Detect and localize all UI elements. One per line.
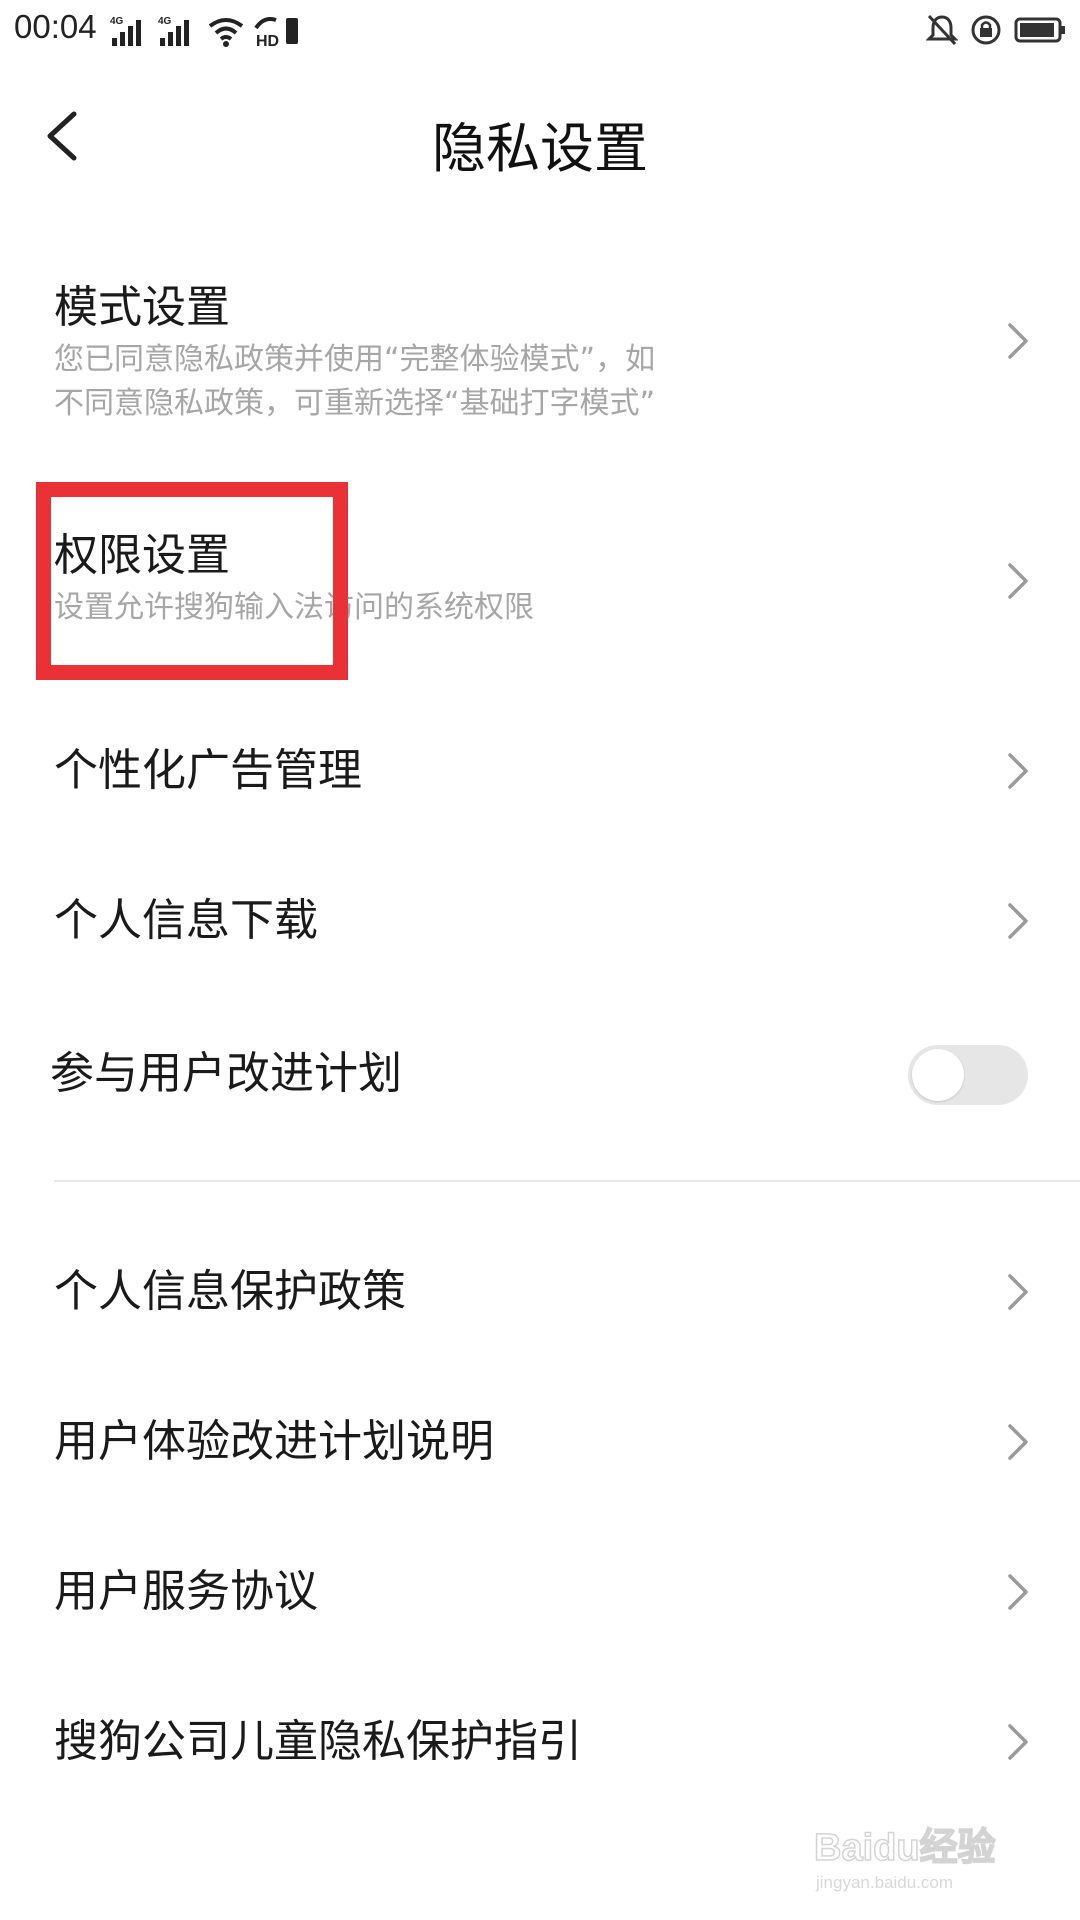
chevron-right-icon: [1008, 1424, 1028, 1460]
item-subtitle-line1: 您已同意隐私政策并使用“完整体验模式”，如: [54, 342, 656, 377]
toggle-knob: [912, 1049, 964, 1101]
chevron-right-icon: [1008, 1274, 1028, 1310]
item-title: 搜狗公司儿童隐私保护指引: [54, 1716, 582, 1767]
status-bar: 00:04 4G 4G HD: [0, 0, 1080, 56]
list-item-children-privacy-guide[interactable]: 搜狗公司儿童隐私保护指引: [0, 1667, 1080, 1817]
watermark-brand: Baidu经验: [814, 1827, 996, 1869]
item-subtitle: 设置允许搜狗输入法访问的系统权限: [54, 590, 534, 625]
status-right-icons: [926, 10, 1066, 50]
section-divider: [54, 1180, 1080, 1182]
watermark-url: jingyan.baidu.com: [815, 1873, 953, 1892]
item-title: 个人信息下载: [54, 895, 318, 946]
hd-call-icon: HD: [254, 17, 298, 48]
list-item-permission-settings[interactable]: 权限设置 设置允许搜狗输入法访问的系统权限: [0, 466, 1080, 696]
hd-label: HD: [256, 33, 279, 48]
settings-list: 模式设置 您已同意隐私政策并使用“完整体验模式”，如 不同意隐私政策，可重新选择…: [0, 216, 1080, 1817]
page-title: 隐私设置: [432, 117, 648, 180]
signal-4g-icon-2: 4G: [158, 16, 189, 46]
item-title: 参与用户改进计划: [50, 1048, 402, 1099]
item-title: 用户服务协议: [54, 1566, 318, 1617]
list-item-privacy-policy[interactable]: 个人信息保护政策: [0, 1217, 1080, 1367]
chevron-right-icon: [1008, 1724, 1028, 1760]
baidu-watermark-logo: Baidu经验 jingyan.baidu.com: [813, 1826, 996, 1892]
chevron-right-icon: [1008, 563, 1028, 599]
item-title: 权限设置: [54, 530, 230, 581]
list-item-mode-settings[interactable]: 模式设置 您已同意隐私政策并使用“完整体验模式”，如 不同意隐私政策，可重新选择…: [0, 216, 1080, 466]
rotation-lock-icon: [971, 15, 1001, 45]
improvement-plan-toggle[interactable]: [908, 1045, 1028, 1105]
list-item-ux-plan-description[interactable]: 用户体验改进计划说明: [0, 1367, 1080, 1517]
item-title: 个性化广告管理: [54, 745, 362, 796]
item-title: 模式设置: [54, 282, 230, 333]
item-subtitle-line2: 不同意隐私政策，可重新选择“基础打字模式”: [54, 386, 656, 421]
mute-bell-icon: [926, 14, 958, 46]
list-item-personalized-ads[interactable]: 个性化广告管理: [0, 696, 1080, 846]
wifi-icon: [208, 18, 244, 47]
battery-icon: [1014, 17, 1065, 43]
status-left-icons: 4G 4G HD: [110, 8, 302, 48]
item-title: 个人信息保护政策: [54, 1266, 406, 1317]
list-item-improvement-plan: 参与用户改进计划: [0, 996, 1080, 1154]
chevron-right-icon: [1008, 753, 1028, 789]
network2-label: 4G: [158, 16, 172, 27]
chevron-right-icon: [1008, 903, 1028, 939]
status-time: 00:04: [14, 8, 97, 45]
list-item-personal-info-download[interactable]: 个人信息下载: [0, 846, 1080, 996]
list-item-service-agreement[interactable]: 用户服务协议: [0, 1517, 1080, 1667]
top-bar: 隐私设置: [0, 56, 1080, 216]
chevron-right-icon: [1008, 1574, 1028, 1610]
chevron-right-icon: [1008, 323, 1028, 359]
signal-4g-icon: 4G: [110, 16, 141, 46]
network1-label: 4G: [110, 16, 124, 27]
item-title: 用户体验改进计划说明: [54, 1416, 494, 1467]
